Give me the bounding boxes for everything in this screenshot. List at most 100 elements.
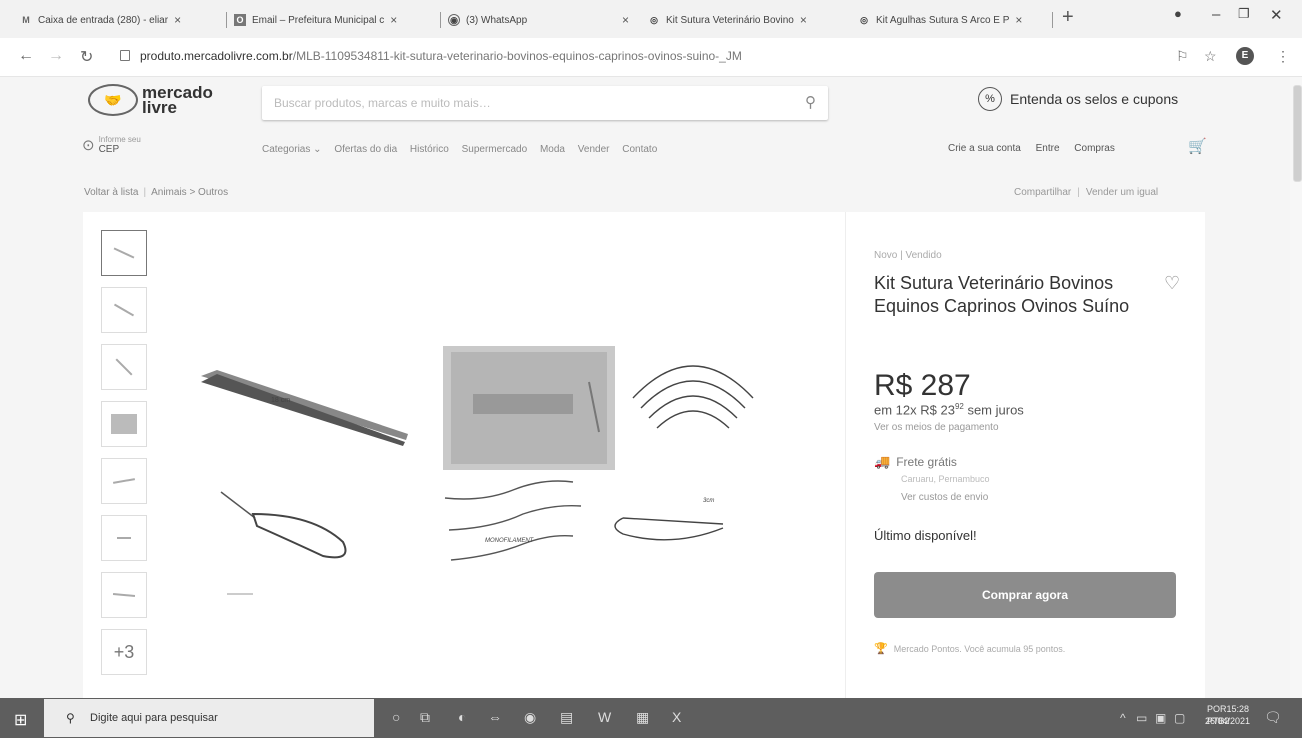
product-price: R$ 287 (874, 369, 971, 402)
clock[interactable]: 15:28 (1225, 703, 1249, 715)
tab-kit-agulhas[interactable]: ◎ Kit Agulhas Sutura S Arco E P × (858, 8, 1048, 32)
share-links: Compartilhar | Vender um igual (1014, 187, 1159, 198)
app-icon[interactable]: ◐ (458, 709, 466, 725)
create-account-link[interactable]: Crie a sua conta (948, 143, 1021, 154)
scrollbar-thumb[interactable] (1293, 85, 1302, 182)
payment-methods-link[interactable]: Ver os meios de pagamento (874, 422, 999, 433)
search-icon: ⚲ (66, 711, 75, 725)
tweezers-image: 18 cm (201, 370, 408, 446)
nav-supermercado[interactable]: Supermercado (462, 144, 528, 155)
login-link[interactable]: Entre (1036, 143, 1060, 154)
network-icon[interactable]: ▭ (1136, 711, 1147, 725)
straight-needles-image: MONOFILAMENT (444, 480, 582, 561)
nav-contato[interactable]: Contato (622, 144, 657, 155)
curved-needles-image (632, 365, 754, 429)
restore-button[interactable]: ❐ (1238, 6, 1250, 22)
tab-whatsapp[interactable]: ◉ (3) WhatsApp × (448, 8, 644, 32)
close-window-button[interactable]: ✕ (1270, 6, 1283, 24)
url-field[interactable]: produto.mercadolivre.com.br/MLB-11095348… (140, 49, 742, 63)
share-link[interactable]: Compartilhar (1014, 187, 1071, 198)
back-to-list-link[interactable]: Voltar à lista (84, 187, 138, 198)
gmail-icon: M (22, 15, 30, 25)
browser-tab-bar: M Caixa de entrada (280) - eliar × O Ema… (0, 0, 1302, 38)
search-input[interactable]: Buscar produtos, marcas e muito mais… (274, 96, 491, 110)
more-images-thumbnail[interactable]: +3 (101, 629, 147, 675)
profile-avatar[interactable]: E (1236, 47, 1254, 65)
cortana-icon[interactable]: ○ (392, 709, 400, 725)
stock-status: Último disponível! (874, 528, 977, 543)
shipping-origin: Caruaru, Pernambuco (901, 474, 990, 484)
tab-gmail[interactable]: M Caixa de entrada (280) - eliar × (20, 8, 220, 32)
location-pin-icon: ⊙ (82, 137, 95, 154)
installments: em 12x R$ 2392 sem juros (874, 402, 1024, 418)
cep-selector[interactable]: ⊙ Informe seu CEP (82, 135, 141, 155)
coupon-icon: % (978, 87, 1002, 111)
thumbnail[interactable] (101, 287, 147, 333)
thumbnail[interactable] (101, 515, 147, 561)
shipping-costs-link[interactable]: Ver custos de envio (901, 492, 988, 503)
close-tab-icon[interactable]: × (1015, 13, 1022, 27)
thumbnail[interactable] (101, 230, 147, 276)
reload-icon[interactable]: ↻ (80, 47, 93, 67)
search-icon[interactable]: ⚲ (805, 93, 816, 111)
bookmark-star-icon[interactable]: ☆ (1204, 48, 1217, 65)
date[interactable]: 26/04/2021 (1196, 715, 1250, 727)
excel-icon[interactable]: X (672, 709, 681, 725)
notifications-icon[interactable]: 🗨 (1264, 709, 1282, 726)
display-icon[interactable]: ▣ (1155, 711, 1166, 725)
cart-icon[interactable]: 🛒 (1188, 137, 1207, 155)
favorite-heart-icon[interactable]: ♡ (1164, 273, 1180, 294)
windows-taskbar: ⊞ ⚲ Digite aqui para pesquisar ○ ⧉ ◐ ⇔ ◉… (0, 698, 1302, 738)
back-icon[interactable]: ← (18, 47, 34, 65)
svg-text:MONOFILAMENT: MONOFILAMENT (485, 538, 535, 544)
nav-historico[interactable]: Histórico (410, 144, 449, 155)
thumbnail[interactable] (101, 572, 147, 618)
safety-needle-image: 3cm (614, 498, 724, 541)
nav-vender[interactable]: Vender (578, 144, 610, 155)
page-content: 🤝 mercado livre Buscar produtos, marcas e… (0, 77, 1290, 698)
close-tab-icon[interactable]: × (390, 13, 397, 27)
windows-start-icon[interactable]: ⊞ (14, 710, 27, 730)
truck-icon: 🚚 (874, 454, 891, 469)
sell-similar-link[interactable]: Vender um igual (1086, 187, 1158, 198)
buy-box: Novo | Vendido Kit Sutura Veterinário Bo… (845, 212, 1206, 698)
new-tab-button[interactable]: + (1062, 6, 1074, 29)
translate-icon[interactable]: ⚐ (1176, 48, 1189, 65)
close-tab-icon[interactable]: × (800, 13, 807, 27)
chat-icon[interactable]: ▢ (1174, 711, 1185, 725)
thumbnail[interactable] (101, 401, 147, 447)
close-tab-icon[interactable]: × (174, 13, 181, 27)
purchases-link[interactable]: Compras (1074, 143, 1115, 154)
tab-kit-sutura[interactable]: ◎ Kit Sutura Veterinário Bovino × (648, 8, 844, 32)
forward-icon[interactable]: → (48, 47, 64, 65)
menu-kebab-icon[interactable]: ⋮ (1276, 48, 1290, 65)
tab-outlook[interactable]: O Email – Prefeitura Municipal c × (234, 8, 434, 32)
thumbnail[interactable] (101, 344, 147, 390)
task-view-icon[interactable]: ⧉ (420, 709, 430, 726)
category-path[interactable]: Animais > Outros (151, 187, 228, 198)
tray-chevron-icon[interactable]: ^ (1120, 711, 1126, 725)
minimize-button[interactable]: – (1212, 6, 1220, 23)
record-icon[interactable]: ● (1174, 6, 1182, 21)
chrome-icon[interactable]: ◉ (524, 709, 536, 726)
teamviewer-icon[interactable]: ⇔ (488, 709, 502, 725)
nav-moda[interactable]: Moda (540, 144, 565, 155)
promo-link[interactable]: % Entenda os selos e cupons (978, 87, 1178, 111)
nav-ofertas[interactable]: Ofertas do dia (334, 144, 397, 155)
search-bar[interactable]: Buscar produtos, marcas e muito mais… ⚲ (262, 86, 828, 120)
main-nav: Categorias ⌄ Ofertas do dia Histórico Su… (262, 144, 667, 155)
page-scrollbar[interactable] (1290, 77, 1302, 698)
thumbnail[interactable] (101, 458, 147, 504)
close-tab-icon[interactable]: × (622, 13, 629, 27)
app-icon[interactable]: ▦ (636, 709, 649, 726)
product-main-image[interactable]: 18 cm MONOFILAMENT 3cm (193, 342, 773, 632)
condition-label: Novo | Vendido (874, 250, 942, 261)
taskbar-search[interactable]: ⚲ Digite aqui para pesquisar (44, 699, 374, 737)
nav-categorias[interactable]: Categorias ⌄ (262, 144, 322, 155)
mercadolivre-logo[interactable]: 🤝 mercado livre (88, 84, 213, 116)
scalpel-handle-image (220, 491, 347, 595)
word-icon[interactable]: W (598, 709, 611, 725)
buy-now-button[interactable]: Comprar agora (874, 572, 1176, 618)
file-explorer-icon[interactable]: ▤ (560, 709, 573, 726)
whatsapp-icon: ◉ (448, 14, 460, 26)
